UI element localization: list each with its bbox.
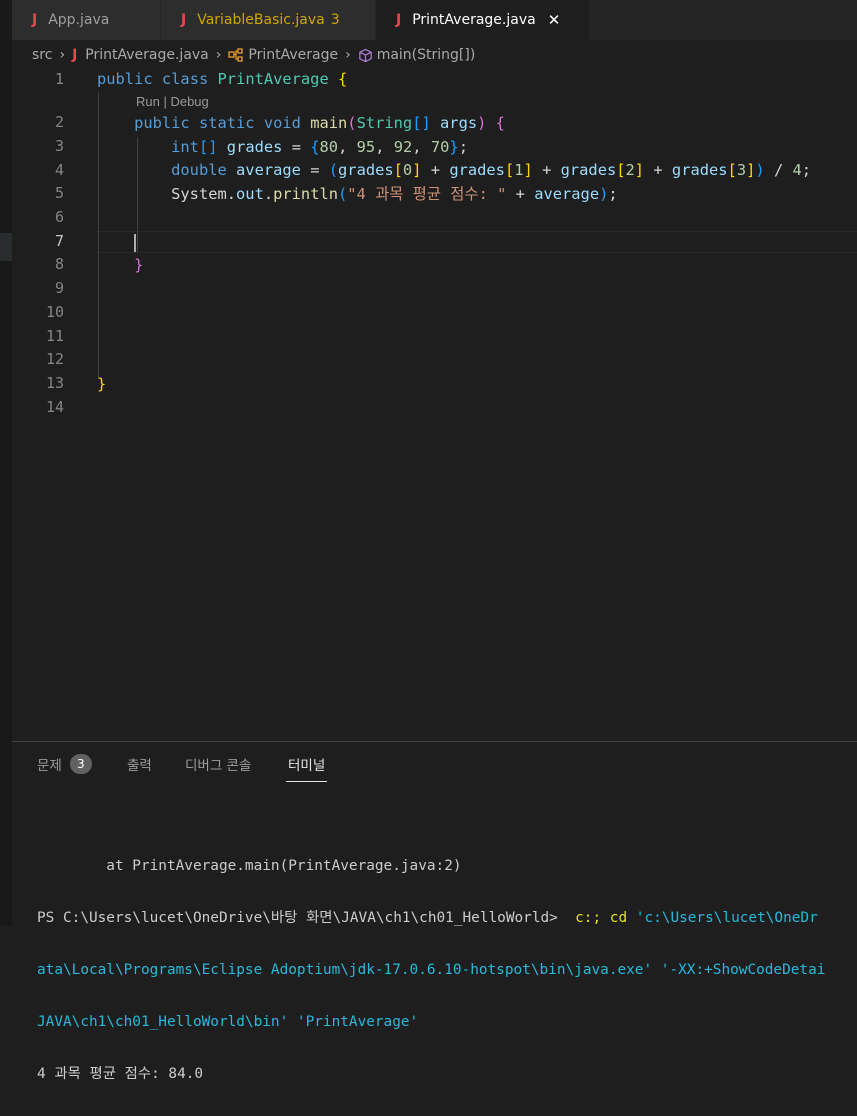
line-number: 6 (54, 208, 64, 226)
line-number: 9 (54, 279, 64, 297)
code-line: System.out.println("4 과목 평균 점수: " + aver… (171, 185, 618, 203)
panel-tab-bar: 문제 3 출력 디버그 콘솔 터미널 (12, 742, 857, 786)
tab-printaverage-java[interactable]: J PrintAverage.java ✕ (376, 0, 590, 40)
line-number: 7 (54, 232, 64, 250)
tab-label: App.java (48, 12, 110, 28)
problem-count: 3 (330, 12, 340, 28)
code-line: public static void main(String[] args) { (134, 114, 505, 132)
java-icon: J (396, 12, 402, 28)
breadcrumb-folder[interactable]: src (32, 47, 52, 63)
activity-bar-edge (0, 0, 12, 926)
tab-variablebasic-java[interactable]: J VariableBasic.java 3 (161, 0, 376, 40)
editor-tab-bar: J App.java J VariableBasic.java 3 J Prin… (12, 0, 857, 40)
breadcrumb-file[interactable]: J PrintAverage.java (72, 47, 209, 63)
java-icon: J (72, 47, 78, 63)
terminal-prompt: PS C:\Users\lucet\OneDrive\바탕 화면\JAVA\ch… (37, 910, 576, 926)
terminal-line: at PrintAverage.main(PrintAverage.java:2… (37, 858, 462, 874)
terminal-command: c:; cd (575, 910, 628, 926)
chevron-right-icon: › (215, 47, 222, 63)
tab-output[interactable]: 출력 (127, 754, 152, 774)
terminal-output[interactable]: at PrintAverage.main(PrintAverage.java:2… (37, 824, 825, 1116)
class-icon (228, 48, 244, 62)
tab-label: PrintAverage.java (412, 12, 536, 28)
problems-count-badge: 3 (69, 754, 92, 774)
java-icon: J (32, 12, 38, 28)
code-line: int[] grades = {80, 95, 92, 70}; (171, 138, 468, 156)
line-number: 13 (45, 374, 64, 392)
line-number: 8 (54, 255, 64, 273)
breadcrumb-class-label: PrintAverage (248, 47, 339, 63)
chevron-right-icon: › (59, 47, 66, 63)
terminal-line: PS C:\Users\lucet\OneDrive\바탕 화면\JAVA\ch… (37, 908, 825, 928)
tab-problems[interactable]: 문제 3 (37, 754, 92, 774)
code-line: double average = (grades[0] + grades[1] … (171, 161, 812, 179)
bottom-panel: 문제 3 출력 디버그 콘솔 터미널 at PrintAverage.main(… (12, 741, 857, 1082)
codelens-label: Run | Debug (136, 94, 209, 109)
code-line: } (134, 256, 144, 274)
line-number: 1 (54, 70, 64, 88)
current-line-highlight (97, 231, 857, 253)
line-number: 2 (54, 113, 64, 131)
line-number: 11 (45, 327, 64, 345)
tab-terminal[interactable]: 터미널 (286, 754, 328, 782)
code-line: } (97, 375, 107, 393)
line-number: 5 (54, 184, 64, 202)
breadcrumb-file-label: PrintAverage.java (85, 47, 209, 63)
breadcrumb-class[interactable]: PrintAverage (228, 47, 338, 63)
active-tab-underline (286, 781, 328, 782)
terminal-argument: 'c:\Users\lucet\OneDr (627, 910, 818, 926)
terminal-line: JAVA\ch1\ch01_HelloWorld\bin' 'PrintAver… (37, 1014, 419, 1030)
text-cursor (134, 234, 136, 252)
codelens-run-debug[interactable]: Run | Debug (136, 94, 209, 109)
line-number: 12 (45, 350, 64, 368)
chevron-right-icon: › (345, 47, 351, 63)
java-icon: J (181, 12, 187, 28)
tab-app-java[interactable]: J App.java (12, 0, 161, 40)
activity-marker (0, 233, 12, 261)
code-editor[interactable]: 1 2 3 4 5 6 7 8 9 10 11 12 13 14 Run | D… (12, 70, 857, 740)
code-line: public class PrintAverage { (97, 70, 348, 88)
line-number: 3 (54, 137, 64, 155)
terminal-line: ata\Local\Programs\Eclipse Adoptium\jdk-… (37, 962, 826, 978)
terminal-line: 4 과목 평균 점수: 84.0 (37, 1066, 204, 1082)
line-number: 14 (45, 398, 64, 416)
tab-label: VariableBasic.java (197, 12, 325, 28)
close-icon[interactable]: ✕ (548, 11, 561, 29)
breadcrumb-method-label: main(String[]) (376, 47, 476, 63)
tab-terminal-label: 터미널 (288, 758, 326, 774)
tab-problems-label: 문제 (37, 758, 62, 774)
breadcrumb-method[interactable]: main(String[]) (358, 47, 476, 63)
method-icon (358, 48, 373, 63)
breadcrumb: src › J PrintAverage.java › PrintAverage … (12, 40, 857, 70)
line-number: 4 (54, 161, 64, 179)
tab-output-label: 출력 (127, 758, 152, 774)
line-number: 10 (45, 303, 64, 321)
tab-debug-console-label: 디버그 콘솔 (185, 758, 252, 774)
tab-debug-console[interactable]: 디버그 콘솔 (185, 754, 251, 774)
